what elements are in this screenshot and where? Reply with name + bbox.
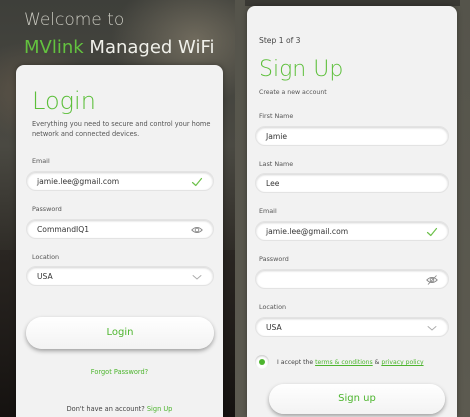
location-select[interactable]: USA <box>26 266 214 286</box>
brand-name: MVlink <box>24 37 84 58</box>
location-label: Location <box>259 303 287 311</box>
password-label: Password <box>32 205 62 213</box>
first-name-field[interactable]: Jamie <box>255 126 449 146</box>
signup-prompt: Don't have an account? Sign Up <box>16 405 223 413</box>
email-value: jamie.lee@gmail.com <box>266 227 349 236</box>
login-button[interactable]: Login <box>26 317 214 349</box>
last-name-label: Last Name <box>259 160 294 168</box>
accept-terms-text: I accept the terms & conditions & privac… <box>277 359 424 366</box>
first-name-value: Jamie <box>266 132 288 141</box>
password-field[interactable] <box>255 269 449 289</box>
terms-link[interactable]: terms & conditions <box>315 359 373 366</box>
eye-icon[interactable] <box>191 224 203 236</box>
radio-dot-icon <box>259 359 265 365</box>
email-label: Email <box>259 207 277 215</box>
accept-terms-radio[interactable] <box>255 355 269 369</box>
login-card: Login Everything you need to secure and … <box>16 65 223 417</box>
page-title: Login <box>32 87 96 115</box>
no-account-text: Don't have an account? <box>66 405 145 413</box>
chevron-down-icon <box>192 275 202 280</box>
email-field[interactable]: jamie.lee@gmail.com <box>255 221 449 241</box>
chevron-down-icon <box>427 326 437 331</box>
last-name-value: Lee <box>266 179 280 188</box>
privacy-link[interactable]: privacy policy <box>381 359 423 366</box>
checkmark-icon <box>191 177 203 187</box>
step-indicator: Step 1 of 3 <box>259 36 301 45</box>
location-select[interactable]: USA <box>255 317 449 337</box>
location-label: Location <box>32 253 60 261</box>
password-value: CommandIQ1 <box>37 225 90 234</box>
password-label: Password <box>259 255 289 263</box>
email-value: jamie.lee@gmail.com <box>37 177 120 186</box>
ampersand: & <box>374 359 380 366</box>
sign-up-link[interactable]: Sign Up <box>147 405 173 413</box>
signup-button[interactable]: Sign up <box>269 384 445 414</box>
signup-screen: Step 1 of 3 Sign Up Create a new account… <box>235 0 470 417</box>
eye-slash-icon[interactable] <box>426 274 438 286</box>
brand-tagline: Managed WiFi <box>83 37 215 58</box>
password-field[interactable]: CommandIQ1 <box>26 219 214 239</box>
location-value: USA <box>37 272 53 281</box>
email-field[interactable]: jamie.lee@gmail.com <box>26 171 214 191</box>
login-description: Everything you need to secure and contro… <box>32 120 211 138</box>
signup-card: Step 1 of 3 Sign Up Create a new account… <box>247 6 457 417</box>
email-label: Email <box>32 157 50 165</box>
brand-title: MVlink Managed WiFi <box>24 37 215 58</box>
location-value: USA <box>266 323 282 332</box>
welcome-text: Welcome to <box>24 10 125 30</box>
checkmark-icon <box>426 227 438 237</box>
login-screen: Welcome to MVlink Managed WiFi Login Eve… <box>0 0 235 417</box>
forgot-password-link[interactable]: Forgot Password? <box>16 368 223 376</box>
last-name-field[interactable]: Lee <box>255 173 449 193</box>
signup-subtitle: Create a new account <box>259 89 327 96</box>
accept-prefix: I accept the <box>277 359 314 366</box>
first-name-label: First Name <box>259 112 294 120</box>
page-title: Sign Up <box>259 57 344 82</box>
